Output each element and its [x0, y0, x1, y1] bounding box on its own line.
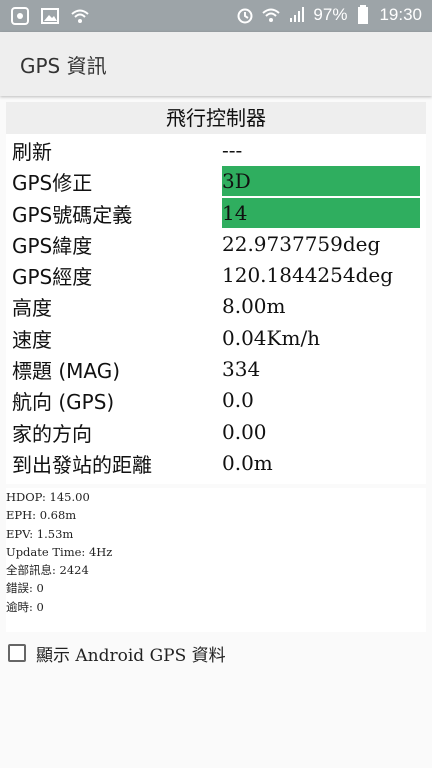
row-value: 334: [222, 357, 261, 382]
wifi-icon: [261, 5, 281, 25]
row-label: GPS號碼定義: [12, 202, 133, 227]
row-value: 3D: [222, 166, 420, 197]
row-value: 0.00: [222, 419, 267, 444]
gps-data-row: GPS號碼定義 14: [6, 197, 426, 228]
gps-data-row: 標題 (MAG) 334: [6, 353, 426, 384]
row-value: 14: [222, 197, 420, 228]
android-gps-checkbox[interactable]: [8, 644, 26, 662]
info-line: EPH: 0.68m: [6, 508, 77, 523]
info-line: 錯誤: 0: [6, 581, 44, 596]
wifi-notification-icon: [70, 6, 90, 26]
gps-data-row: 高度 8.00m: [6, 290, 426, 321]
row-label: 到出發站的距離: [12, 452, 152, 477]
status-bar: 97% 19:30: [0, 0, 432, 32]
info-line: 逾時: 0: [6, 599, 44, 614]
clock: 19:30: [379, 5, 422, 24]
row-label: 刷新: [12, 140, 52, 164]
gps-data-row: 家的方向 0.00: [6, 416, 426, 447]
battery-percent: 97%: [313, 5, 348, 24]
android-gps-label: 顯示 Android GPS 資料: [36, 645, 226, 666]
alarm-icon: [235, 5, 255, 25]
gps-data-row: 航向 (GPS) 0.0: [6, 384, 426, 415]
app-bar: GPS 資訊: [0, 32, 432, 96]
row-label: 標題 (MAG): [12, 359, 121, 384]
battery-icon: [353, 5, 373, 25]
signal-icon: [287, 5, 307, 25]
gps-info-list: HDOP: 145.00 EPH: 0.68m EPV: 1.53m Update T…: [6, 488, 426, 632]
image-icon: [40, 6, 60, 26]
row-value: 0.0: [222, 388, 254, 413]
info-line: EPV: 1.53m: [6, 526, 74, 541]
gps-data-row: 速度 0.04Km/h: [6, 322, 426, 353]
row-label: 速度: [12, 327, 52, 352]
panel-title: 飛行控制器: [6, 102, 426, 134]
row-label: 家的方向: [12, 421, 92, 446]
row-label: GPS經度: [12, 265, 93, 290]
android-gps-toggle[interactable]: 顯示 Android GPS 資料: [8, 640, 226, 666]
gps-data-row: 到出發站的距離 0.0m: [6, 447, 426, 478]
row-value: 0.04Km/h: [222, 325, 321, 350]
row-label: GPS緯度: [12, 233, 93, 258]
row-value: 0.0m: [222, 450, 273, 475]
page-title: GPS 資訊: [20, 54, 107, 78]
row-label: 航向 (GPS): [12, 390, 115, 415]
gps-data-row: GPS緯度 22.9737759deg: [6, 228, 426, 259]
gps-data-row: 刷新 ---: [6, 134, 426, 165]
row-value: ---: [222, 138, 243, 162]
gps-data-row: GPS修正 3D: [6, 165, 426, 197]
row-value: 8.00m: [222, 294, 286, 319]
info-line: Update Time: 4Hz: [6, 544, 113, 559]
row-value: 22.9737759deg: [222, 231, 381, 256]
gps-data-row: GPS經度 120.1844254deg: [6, 259, 426, 290]
flight-controller-panel: 飛行控制器 刷新 --- GPS修正 3D GPS號碼定義 14 GPS緯度 22.97377…: [6, 102, 426, 484]
info-line: 全部訊息: 2424: [6, 563, 89, 578]
row-value: 120.1844254deg: [222, 263, 394, 288]
row-label: GPS修正: [12, 171, 93, 196]
row-label: 高度: [12, 296, 52, 321]
app-notification-icon: [10, 6, 30, 26]
info-line: HDOP: 145.00: [6, 490, 90, 504]
